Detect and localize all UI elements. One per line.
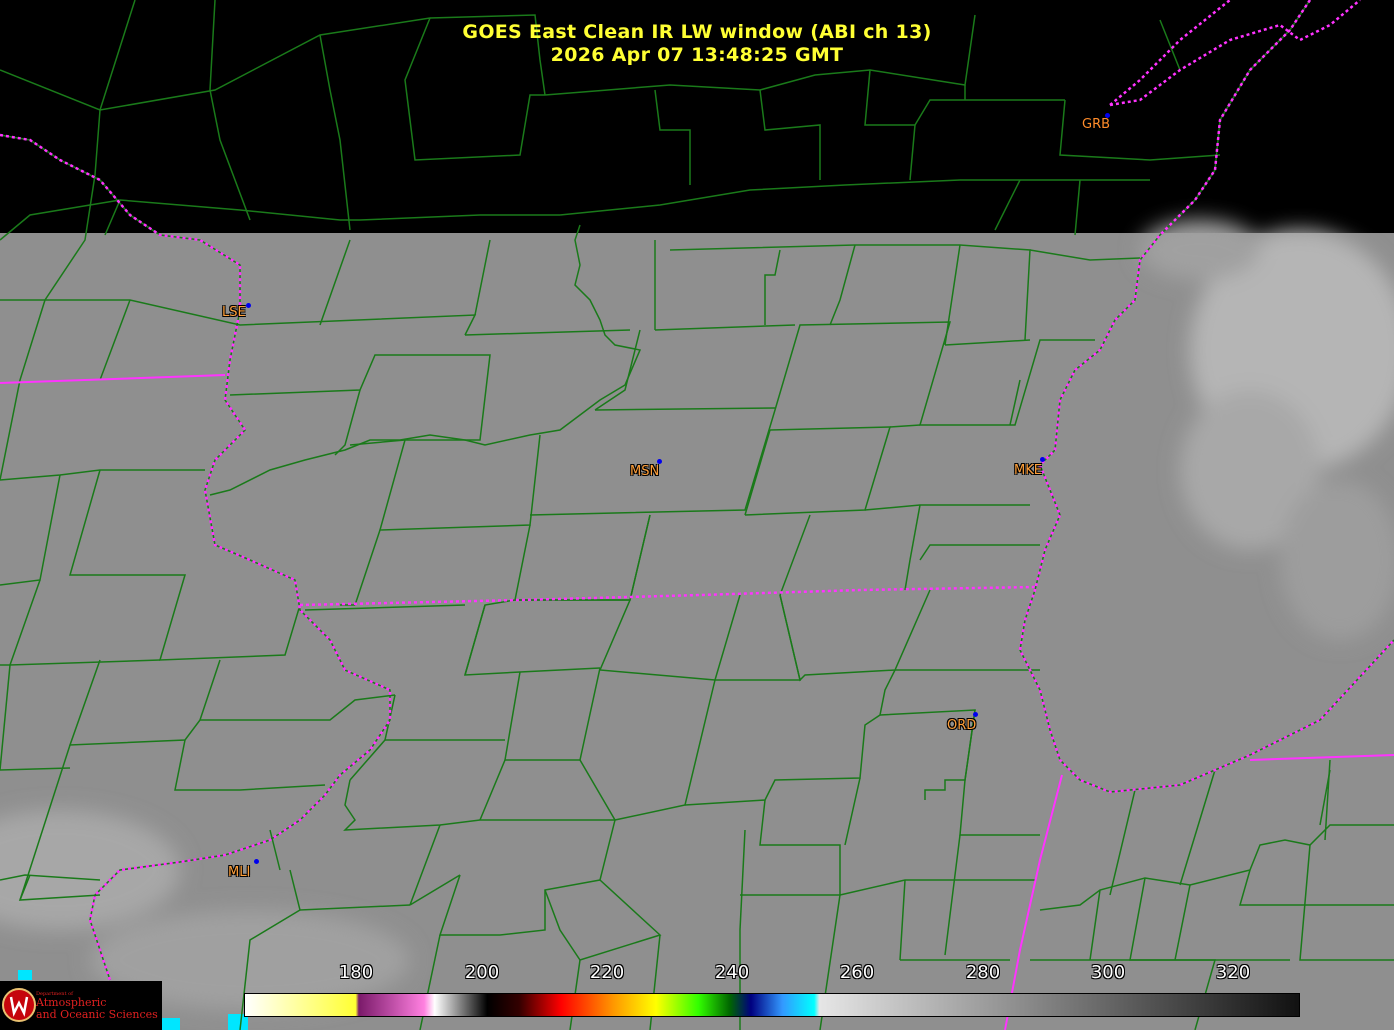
uw-crest-icon [2, 988, 36, 1022]
station-marker-mke [1040, 457, 1045, 462]
aos-logo-line2: and Oceanic Sciences [36, 1008, 158, 1021]
colorbar-tick-label: 200 [464, 962, 500, 983]
station-label-ord: ORD [947, 718, 977, 733]
station-marker-mli [254, 859, 259, 864]
station-label-grb: GRB [1082, 117, 1111, 132]
satellite-map: GOES East Clean IR LW window (ABI ch 13)… [0, 0, 1394, 1030]
colorbar-tick-label: 240 [714, 962, 750, 983]
station-label-mli: MLI [228, 865, 251, 880]
aos-logo-text: Department of Atmospheric and Oceanic Sc… [36, 991, 158, 1021]
colorbar-tick-label: 280 [965, 962, 1001, 983]
station-marker-ord [973, 712, 978, 717]
station-label-lse: LSE [222, 305, 246, 320]
ir-imagery [0, 0, 1394, 1030]
station-marker-lse [246, 303, 251, 308]
colorbar-tick-label: 320 [1215, 962, 1251, 983]
image-timestamp: 2026 Apr 07 13:48:25 GMT [550, 44, 844, 66]
colorbar-tick-label: 220 [589, 962, 625, 983]
station-label-mke: MKE [1014, 463, 1042, 478]
temperature-colorbar [244, 993, 1300, 1017]
image-title: GOES East Clean IR LW window (ABI ch 13) [462, 21, 932, 43]
colorbar-tick-label: 180 [338, 962, 374, 983]
colorbar-tick-label: 300 [1090, 962, 1126, 983]
cold-cloud-pixel [18, 970, 32, 980]
aos-logo: Department of Atmospheric and Oceanic Sc… [0, 981, 162, 1030]
station-label-msn: MSN [630, 464, 660, 479]
colorbar-tick-label: 260 [839, 962, 875, 983]
